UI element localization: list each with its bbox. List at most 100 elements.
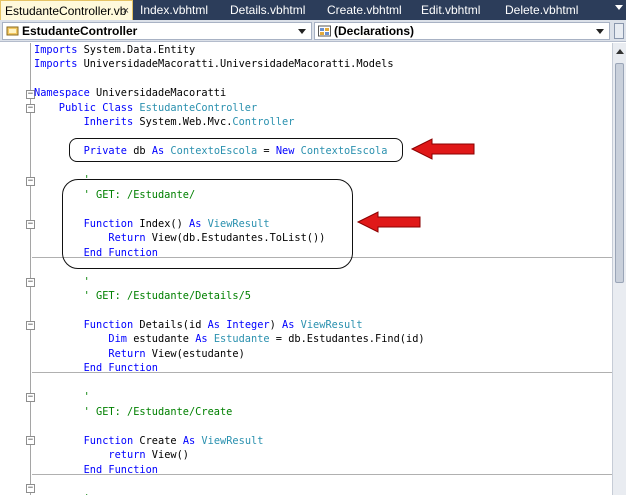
keyword: End Function	[34, 246, 158, 259]
code-line: ' GET: /Estudante/Details/5	[34, 289, 609, 303]
keyword: Function	[34, 318, 134, 331]
code-text-span: UniversidadeMacoratti.UniversidadeMacora…	[77, 58, 394, 71]
tab-label: Create.vbhtml	[327, 3, 402, 17]
code-text-span: estudante	[127, 333, 196, 346]
keyword: Dim	[34, 333, 127, 346]
code-line: '	[34, 275, 609, 289]
code-text-span: Create	[133, 434, 183, 447]
type-name: ContextoEscola	[300, 145, 388, 158]
code-line: Function Create As ViewResult	[34, 434, 609, 448]
code-text-span: Details(id	[133, 318, 208, 331]
type-name: ViewResult	[300, 318, 363, 331]
code-text-span: Index()	[133, 217, 189, 230]
keyword: Private	[34, 145, 127, 158]
code-line: Public Class EstudanteController	[34, 101, 609, 115]
code-line: Private db As ContextoEscola = New Conte…	[34, 144, 609, 158]
keyword: As	[195, 333, 208, 346]
code-text-span: =	[257, 145, 276, 158]
keyword: Namespace	[34, 87, 90, 100]
code-text-span: )	[269, 318, 283, 331]
code-line: '	[34, 173, 609, 187]
code-line: Return View(db.Estudantes.ToList())	[34, 231, 609, 245]
document-tab-strip: EstudanteController.vb × Index.vbhtml De…	[0, 0, 626, 20]
chevron-down-icon[interactable]	[298, 29, 306, 34]
type-name: EstudanteController	[133, 101, 258, 114]
member-combo-value: (Declarations)	[334, 24, 415, 38]
declarations-icon	[318, 25, 331, 37]
vertical-scrollbar[interactable]	[612, 43, 626, 495]
keyword: As	[151, 145, 165, 158]
code-line: Inherits System.Web.Mvc.Controller	[34, 115, 609, 129]
keyword: Return	[34, 347, 146, 360]
code-line: ' GET: /Estudante/	[34, 188, 609, 202]
tab-index-vbhtml[interactable]: Index.vbhtml	[140, 0, 220, 20]
tab-edit-vbhtml[interactable]: Edit.vbhtml	[421, 0, 497, 20]
type-name: ViewResult	[207, 217, 270, 230]
comment: '	[34, 174, 90, 187]
code-text-span: db	[127, 145, 152, 158]
comment: ' GET: /Estudante/Details/5	[34, 289, 251, 302]
keyword: Imports	[34, 44, 78, 56]
keyword: Function	[34, 434, 134, 447]
code-line: Imports System.Data.Entity	[34, 43, 609, 57]
code-line: Function Details(id As Integer) As ViewR…	[34, 318, 609, 332]
tab-label: EstudanteController.vb	[5, 4, 127, 18]
split-window-button[interactable]	[614, 23, 624, 39]
tab-label: Delete.vbhtml	[505, 3, 579, 17]
keyword: Return	[34, 232, 146, 245]
code-line: ' GET: /Estudante/Create	[34, 405, 609, 419]
keyword: End Function	[34, 362, 158, 375]
tab-details-vbhtml[interactable]: Details.vbhtml	[230, 0, 320, 20]
type-name: Controller	[232, 116, 295, 129]
code-line: Function Index() As ViewResult	[34, 217, 609, 231]
tab-overflow-dropdown-icon[interactable]	[615, 5, 623, 10]
chevron-down-icon[interactable]	[596, 29, 604, 34]
comment: '	[34, 275, 90, 288]
code-line: End Function	[34, 246, 609, 260]
code-line: End Function	[34, 361, 609, 375]
code-line: Dim estudante As Estudante = db.Estudant…	[34, 332, 609, 346]
code-editor[interactable]: − − − − − − − − − Imports System.Data.En…	[0, 43, 612, 495]
scrollbar-thumb[interactable]	[615, 63, 624, 283]
tab-create-vbhtml[interactable]: Create.vbhtml	[327, 0, 415, 20]
code-line: return View()	[34, 448, 609, 462]
code-line: Imports UniversidadeMacoratti.Universida…	[34, 57, 609, 71]
member-combo[interactable]: (Declarations)	[314, 22, 610, 40]
class-combo[interactable]: EstudanteController	[2, 22, 312, 40]
scroll-up-icon[interactable]	[616, 49, 624, 54]
close-tab-icon[interactable]: ×	[123, 1, 129, 20]
keyword: return	[34, 449, 146, 462]
keyword: Public Class	[34, 101, 134, 114]
tab-label: Details.vbhtml	[230, 3, 306, 17]
code-line: Namespace UniversidadeMacoratti	[34, 86, 609, 100]
code-text-span: View(estudante)	[145, 347, 245, 360]
tab-label: Index.vbhtml	[140, 3, 209, 17]
code-text-span: = db.Estudantes.Find(id)	[269, 333, 425, 346]
keyword: End Function	[34, 463, 158, 476]
code-text-span: UniversidadeMacoratti	[89, 87, 227, 100]
code-text-span: System.Data.Entity	[77, 44, 196, 56]
code-line: '	[34, 492, 609, 495]
comment: ' GET: /Estudante/Create	[34, 405, 233, 418]
type-name: ContextoEscola	[170, 145, 258, 158]
code-text-span: View(db.Estudantes.ToList())	[145, 232, 326, 245]
type-name: Estudante	[213, 333, 270, 346]
keyword: Integer	[226, 318, 270, 331]
keyword: Function	[34, 217, 134, 230]
class-combo-value: EstudanteController	[22, 24, 138, 38]
navigation-bar: EstudanteController (Declarations)	[0, 20, 626, 42]
comment: '	[34, 391, 90, 404]
keyword: As	[282, 318, 295, 331]
tab-estudantecontroller[interactable]: EstudanteController.vb ×	[0, 0, 133, 20]
keyword: As	[207, 318, 221, 331]
tab-delete-vbhtml[interactable]: Delete.vbhtml	[505, 0, 605, 20]
code-text-span: View()	[145, 449, 189, 462]
